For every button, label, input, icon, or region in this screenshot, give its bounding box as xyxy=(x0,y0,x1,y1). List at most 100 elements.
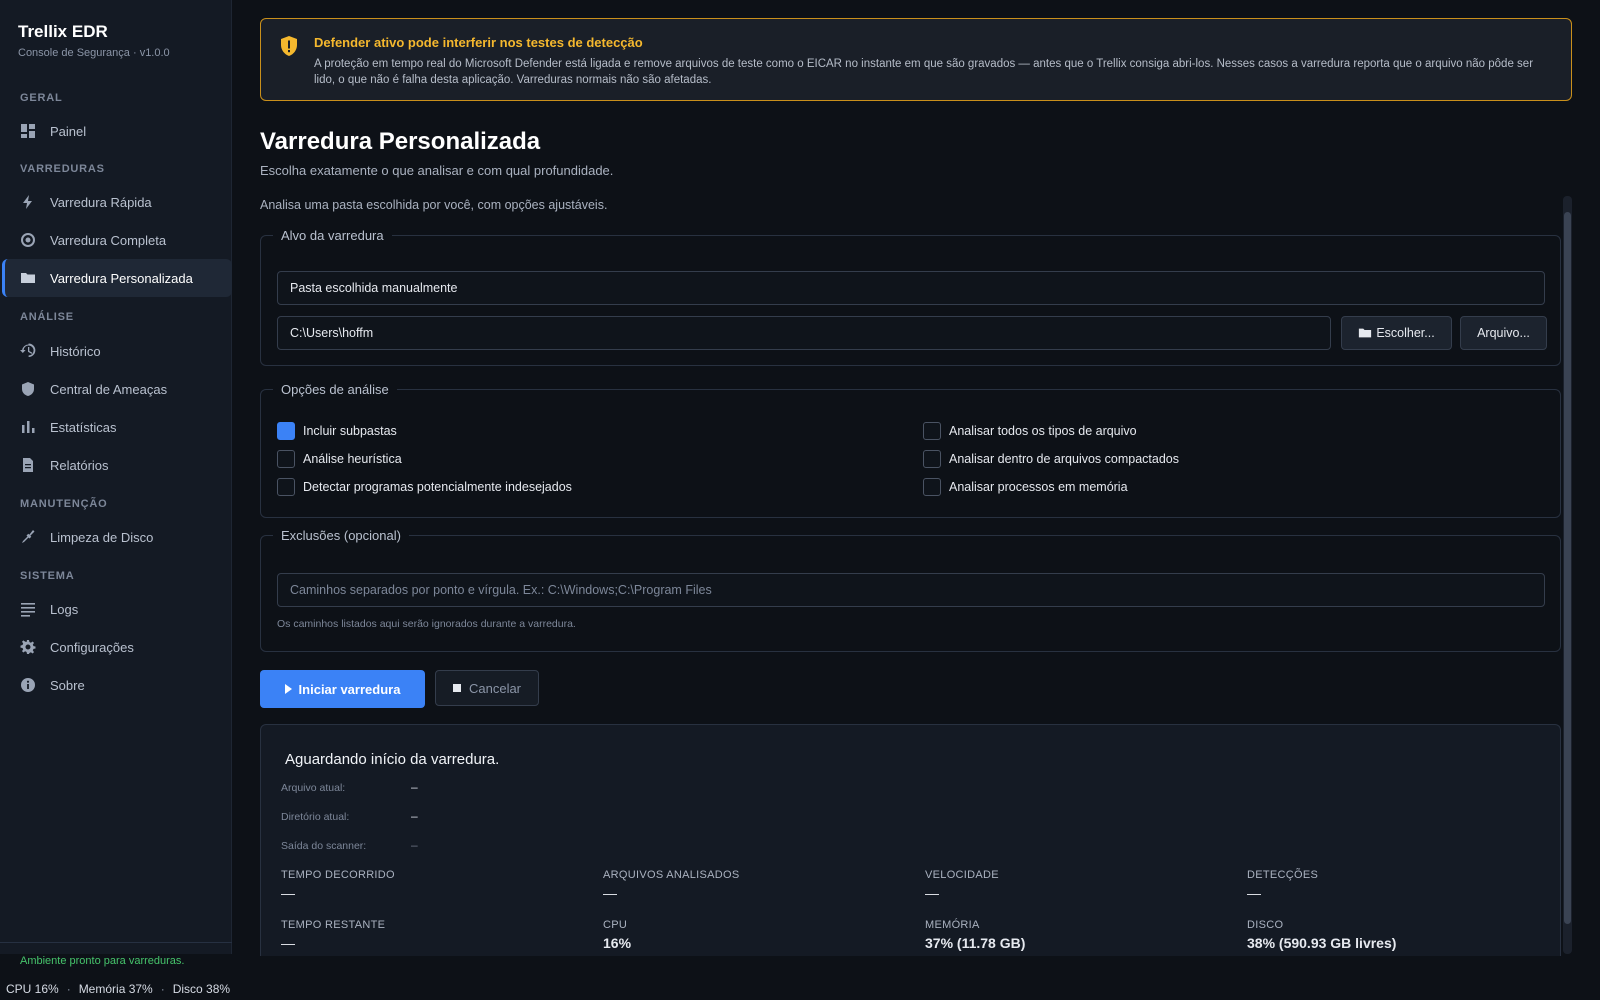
app-subtitle: Console de Segurança · v1.0.0 xyxy=(18,47,170,59)
stat-value: — xyxy=(925,885,939,901)
checkbox-label: Analisar todos os tipos de arquivo xyxy=(949,424,1137,438)
start-scan-label: Iniciar varredura xyxy=(298,681,401,697)
target-mode-select[interactable]: Pasta escolhida manualmente xyxy=(277,271,1545,305)
sidebar-item-label: Varredura Completa xyxy=(50,232,167,248)
sidebar-item-label: Painel xyxy=(50,123,87,139)
folder-icon xyxy=(20,270,36,286)
sidebar-item-limpeza-disco[interactable]: Limpeza de Disco xyxy=(2,518,232,556)
page-subtitle: Escolha exatamente o que analisar e com … xyxy=(260,163,614,178)
stat-value: — xyxy=(603,885,617,901)
page-description: Analisa uma pasta escolhida por você, co… xyxy=(260,198,608,212)
checkbox-box[interactable] xyxy=(923,422,941,440)
bar-chart-icon xyxy=(20,419,36,435)
sidebar-item-label: Limpeza de Disco xyxy=(50,529,154,545)
stat-label: ARQUIVOS ANALISADOS xyxy=(603,869,740,881)
heuristic-analysis-checkbox[interactable]: Análise heurística xyxy=(277,450,402,468)
stat-value: 37% (11.78 GB) xyxy=(925,935,1026,951)
grid-icon xyxy=(20,123,36,139)
target-icon xyxy=(20,232,36,248)
stat-value: 38% (590.93 GB livres) xyxy=(1247,935,1397,951)
scan-progress-panel: Aguardando início da varredura. Arquivo … xyxy=(260,724,1561,956)
main-content: Defender ativo pode interferir nos teste… xyxy=(260,18,1572,956)
target-path-input[interactable]: C:\Users\hoffm xyxy=(277,316,1331,350)
sidebar-divider xyxy=(0,942,232,943)
sidebar-item-estatisticas[interactable]: Estatísticas xyxy=(2,408,232,446)
content-scrollbar[interactable] xyxy=(1563,196,1572,954)
sidebar-item-label: Central de Ameaças xyxy=(50,381,168,397)
checkbox-box[interactable] xyxy=(277,422,295,440)
sidebar-item-label: Varredura Personalizada xyxy=(50,270,193,286)
info-icon xyxy=(20,677,36,693)
scan-state-title: Aguardando início da varredura. xyxy=(285,751,500,768)
bolt-icon xyxy=(20,194,36,210)
scanner-output-value: – xyxy=(411,838,418,852)
scan-options-group: Opções de análise Incluir subpastas Anál… xyxy=(260,382,1561,518)
scrollbar-thumb[interactable] xyxy=(1564,212,1571,924)
start-scan-button[interactable]: Iniciar varredura xyxy=(260,670,425,708)
app-title: Trellix EDR xyxy=(18,22,108,41)
stat-label: TEMPO RESTANTE xyxy=(281,919,386,931)
scan-memory-processes-checkbox[interactable]: Analisar processos em memória xyxy=(923,478,1128,496)
sidebar-item-label: Estatísticas xyxy=(50,419,117,435)
scan-target-group: Alvo da varredura Pasta escolhida manual… xyxy=(260,228,1561,366)
stat-label: DISCO xyxy=(1247,919,1284,931)
checkbox-box[interactable] xyxy=(923,450,941,468)
checkbox-box[interactable] xyxy=(277,478,295,496)
sidebar-item-varredura-rapida[interactable]: Varredura Rápida xyxy=(2,183,232,221)
current-file-label: Arquivo atual: xyxy=(281,782,346,794)
separator: · xyxy=(160,982,165,996)
environment-status: Ambiente pronto para varreduras. xyxy=(20,955,185,967)
broom-icon xyxy=(20,529,36,545)
sidebar-item-sobre[interactable]: Sobre xyxy=(2,666,232,704)
memory-usage: Memória 37% xyxy=(78,982,153,996)
cancel-scan-button[interactable]: Cancelar xyxy=(435,670,539,706)
stat-value: — xyxy=(281,935,295,951)
sidebar-item-label: Logs xyxy=(50,601,79,617)
sidebar-item-label: Varredura Rápida xyxy=(50,194,152,210)
sidebar-item-central-ameacas[interactable]: Central de Ameaças xyxy=(2,370,232,408)
shield-warning-icon xyxy=(281,36,297,56)
exclusions-hint: Os caminhos listados aqui serão ignorado… xyxy=(277,618,576,630)
disk-usage: Disco 38% xyxy=(172,982,231,996)
stat-value: — xyxy=(1247,885,1261,901)
stat-label: CPU xyxy=(603,919,628,931)
choose-folder-button[interactable]: Escolher... xyxy=(1341,316,1452,350)
sidebar-item-historico[interactable]: Histórico xyxy=(2,332,232,370)
section-label-varreduras: VARREDURAS xyxy=(20,163,105,175)
shield-icon xyxy=(20,381,36,397)
scan-all-file-types-checkbox[interactable]: Analisar todos os tipos de arquivo xyxy=(923,422,1137,440)
scan-archives-checkbox[interactable]: Analisar dentro de arquivos compactados xyxy=(923,450,1179,468)
current-dir-value: – xyxy=(411,809,418,823)
checkbox-box[interactable] xyxy=(923,478,941,496)
alert-title: Defender ativo pode interferir nos teste… xyxy=(314,35,643,50)
exclusions-input[interactable]: Caminhos separados por ponto e vírgula. … xyxy=(277,573,1545,607)
section-label-manutencao: MANUTENÇÃO xyxy=(20,498,108,510)
gear-icon xyxy=(20,639,36,655)
stat-value: — xyxy=(281,885,295,901)
sidebar-item-configuracoes[interactable]: Configurações xyxy=(2,628,232,666)
stat-label: MEMÓRIA xyxy=(925,919,980,931)
defender-warning-banner: Defender ativo pode interferir nos teste… xyxy=(260,18,1572,101)
group-legend: Opções de análise xyxy=(281,382,389,397)
sidebar-item-painel[interactable]: Painel xyxy=(2,112,232,150)
folder-icon xyxy=(1359,328,1372,338)
checkbox-box[interactable] xyxy=(277,450,295,468)
sidebar-item-logs[interactable]: Logs xyxy=(2,590,232,628)
sidebar-item-varredura-completa[interactable]: Varredura Completa xyxy=(2,221,232,259)
brand: Trellix EDR Console de Segurança · v1.0.… xyxy=(18,22,170,59)
checkbox-label: Analisar dentro de arquivos compactados xyxy=(949,452,1179,466)
stat-label: VELOCIDADE xyxy=(925,869,999,881)
include-subfolders-checkbox[interactable]: Incluir subpastas xyxy=(277,422,397,440)
sidebar-item-relatorios[interactable]: Relatórios xyxy=(2,446,232,484)
cancel-scan-label: Cancelar xyxy=(468,680,522,696)
detect-pua-checkbox[interactable]: Detectar programas potencialmente indese… xyxy=(277,478,572,496)
choose-file-button[interactable]: Arquivo... xyxy=(1460,316,1547,350)
section-label-geral: GERAL xyxy=(20,92,63,104)
sidebar: Trellix EDR Console de Segurança · v1.0.… xyxy=(0,0,232,967)
sidebar-item-label: Histórico xyxy=(50,343,101,359)
current-dir-label: Diretório atual: xyxy=(281,811,350,823)
sidebar-item-varredura-personalizada[interactable]: Varredura Personalizada xyxy=(2,259,232,297)
stat-label: DETECÇÕES xyxy=(1247,869,1319,881)
document-icon xyxy=(20,457,36,473)
scanner-output-label: Saída do scanner: xyxy=(281,840,367,852)
